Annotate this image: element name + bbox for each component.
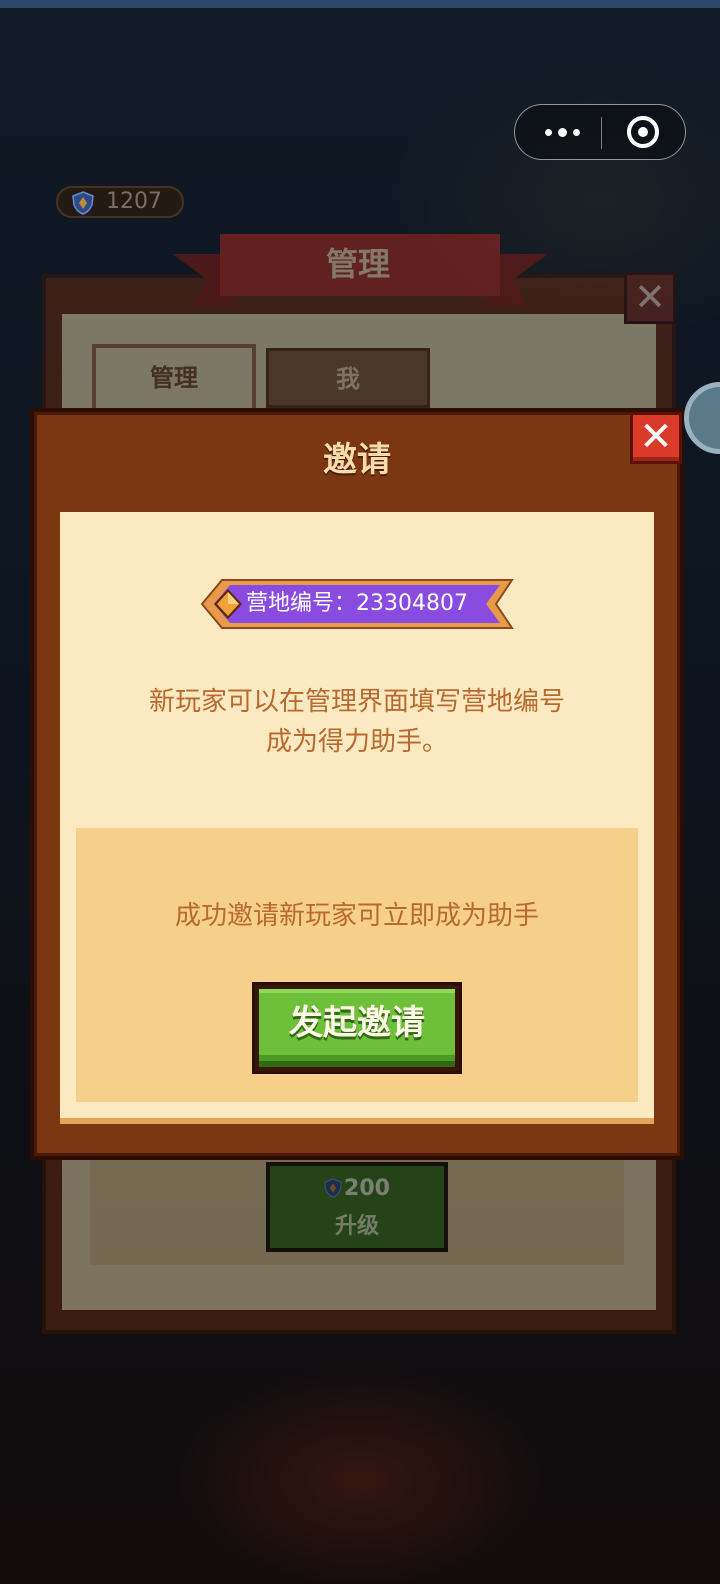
camp-id-text: 营地编号：23304807 [246,591,468,616]
invite-description-line-1: 新玩家可以在管理界面填写营地编号 [148,687,565,717]
currency-amount: 1207 [106,189,162,214]
invite-description: 新玩家可以在管理界面填写营地编号 成为得力助手。 [60,682,654,762]
send-invite-button-base [259,1061,455,1067]
send-invite-button-label: 发起邀请 [289,1003,425,1043]
invite-modal-title: 邀请 [323,440,391,480]
close-miniprogram-icon[interactable] [627,116,659,148]
invite-reward-text: 成功邀请新玩家可立即成为助手 [174,901,539,931]
status-strip [0,0,720,8]
invite-close-icon[interactable]: ✕ [630,412,682,464]
upgrade-cost-value: 200 [344,1176,390,1201]
upgrade-button[interactable]: 200 升级 [266,1162,448,1252]
currency-counter: 1207 [56,186,184,218]
send-invite-button[interactable]: 发起邀请 [252,982,462,1074]
more-menu-icon[interactable] [537,105,587,159]
invite-description-line-2: 成为得力助手。 [265,727,448,757]
capsule-divider [601,117,602,149]
shield-currency-icon [324,1178,342,1198]
shield-currency-icon [72,191,94,215]
tab-management[interactable]: 管理 [92,344,256,408]
management-close-icon[interactable]: ✕ [624,272,676,324]
management-title: 管理 [325,245,390,283]
tab-me[interactable]: 我 [266,348,430,408]
upgrade-cost: 200 [270,1176,444,1201]
upgrade-label: 升级 [334,1214,379,1239]
mini-program-capsule [514,104,686,160]
